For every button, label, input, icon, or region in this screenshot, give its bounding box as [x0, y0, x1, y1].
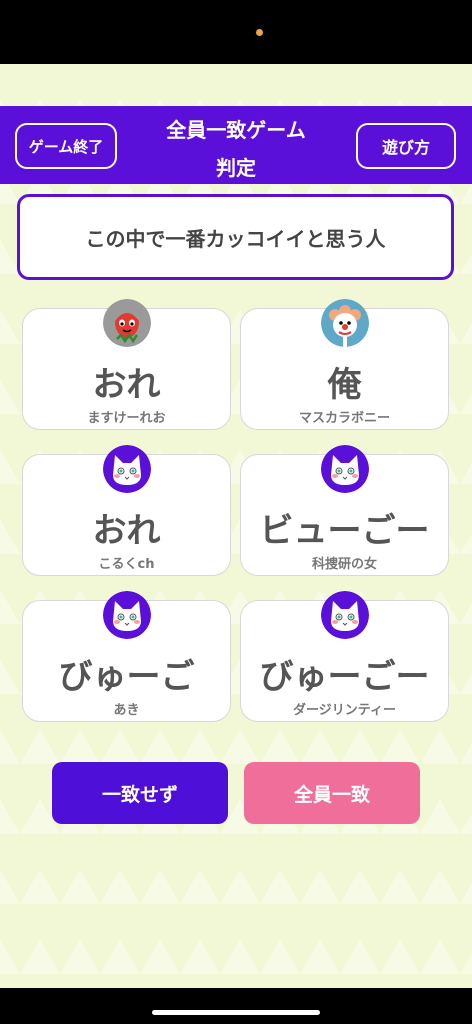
answer-card: おれ ますけーれお — [22, 299, 231, 430]
end-game-button[interactable]: ゲーム終了 — [15, 123, 117, 169]
answer-text: おれ — [92, 511, 161, 551]
cat-icon — [320, 445, 369, 493]
question-prompt: この中で一番カッコイイと思う人 — [17, 194, 454, 280]
answer-text: びゅーご — [58, 657, 195, 697]
status-bar — [0, 0, 472, 64]
player-name: 科捜研の女 — [311, 557, 377, 572]
player-name: ダージリンティー — [293, 703, 396, 718]
answer-card: 俺 マスカラボニー — [240, 299, 449, 430]
cat-icon — [102, 591, 151, 639]
player-name: マスカラボニー — [298, 411, 390, 426]
player-name: ますけーれお — [87, 411, 166, 426]
answer-card: ビューごー 科捜研の女 — [240, 445, 449, 576]
strawberry-icon — [102, 299, 151, 347]
cat-icon — [102, 445, 151, 493]
header-bar: ゲーム終了 全員一致ゲーム 判定 遊び方 — [0, 106, 472, 184]
answer-text: 俺 — [327, 365, 362, 405]
answer-card: びゅーごー ダージリンティー — [240, 591, 449, 722]
bottom-bar — [0, 988, 472, 1024]
game-title: 全員一致ゲーム — [166, 118, 306, 142]
how-to-play-button[interactable]: 遊び方 — [356, 123, 456, 169]
player-name: こるくch — [98, 557, 155, 572]
camera-indicator-dot — [256, 29, 263, 36]
screen-subtitle: 判定 — [216, 156, 256, 180]
answer-text: びゅーごー — [259, 657, 430, 697]
answer-text: おれ — [92, 365, 161, 405]
mismatch-button[interactable]: 一致せず — [52, 762, 228, 824]
all-match-button[interactable]: 全員一致 — [244, 762, 420, 824]
answer-card: おれ こるくch — [22, 445, 231, 576]
game-screen: ゲーム終了 全員一致ゲーム 判定 遊び方 この中で一番カッコイイと思う人 おれ … — [0, 64, 472, 988]
clown-icon — [320, 299, 369, 347]
player-name: あき — [113, 703, 140, 718]
cat-icon — [320, 591, 369, 639]
answer-card: びゅーご あき — [22, 591, 231, 722]
home-indicator[interactable] — [152, 1010, 320, 1015]
answer-text: ビューごー — [259, 511, 430, 551]
